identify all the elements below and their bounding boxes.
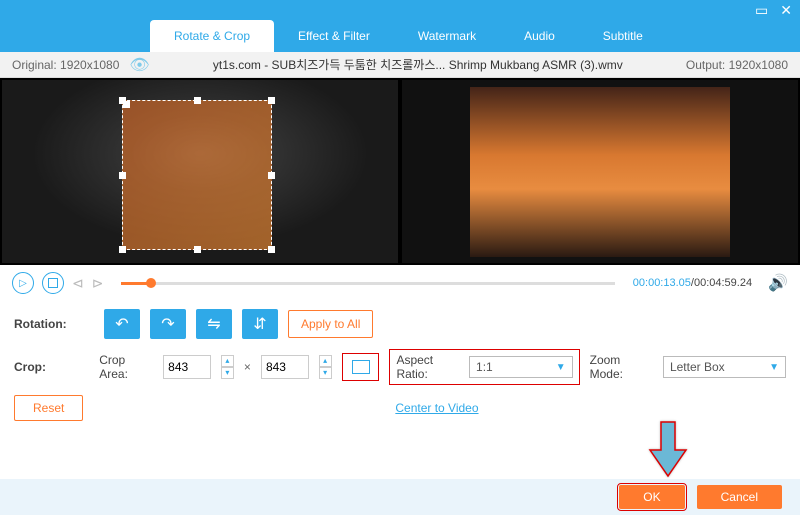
crop-area-label: Crop Area: (99, 353, 153, 381)
original-dimensions: Original: 1920x1080 (12, 58, 119, 72)
apply-to-all-button[interactable]: Apply to All (288, 310, 373, 338)
rotate-left-button[interactable]: ↶ (104, 309, 140, 339)
controls-panel: Rotation: ↶ ↷ ⇋ ⇵ Apply to All Crop: Cro… (0, 301, 800, 429)
tab-rotate-crop[interactable]: Rotate & Crop (150, 20, 274, 52)
zoom-mode-label: Zoom Mode: (590, 353, 653, 381)
flip-vertical-button[interactable]: ⇵ (242, 309, 278, 339)
crop-height-input[interactable]: 843 (261, 355, 309, 379)
next-frame-button[interactable]: ⊳ (92, 275, 104, 292)
crop-tool-button[interactable] (342, 353, 380, 381)
cancel-button[interactable]: Cancel (697, 485, 782, 509)
tab-bar: Rotate & Crop Effect & Filter Watermark … (0, 20, 800, 52)
titlebar: ▭ ✕ (0, 0, 800, 20)
tab-audio[interactable]: Audio (500, 20, 579, 52)
tab-subtitle[interactable]: Subtitle (579, 20, 667, 52)
preview-toggle-icon[interactable]: 👁 (129, 55, 149, 75)
reset-button[interactable]: Reset (14, 395, 83, 421)
rotate-right-button[interactable]: ↷ (150, 309, 186, 339)
crop-label: Crop: (14, 360, 89, 374)
times-symbol: × (244, 360, 251, 374)
tab-effect-filter[interactable]: Effect & Filter (274, 20, 394, 52)
preview-output (402, 80, 798, 263)
zoom-mode-dropdown[interactable]: Letter Box▼ (663, 356, 786, 378)
tab-watermark[interactable]: Watermark (394, 20, 500, 52)
preview-area (0, 78, 800, 265)
play-button[interactable]: ▷ (12, 272, 34, 294)
aspect-ratio-label: Aspect Ratio: (396, 353, 463, 381)
crop-selection[interactable] (122, 100, 272, 250)
playback-bar: ▷ ⊲ ⊳ 00:00:13.05/00:04:59.24 🔊 (0, 265, 800, 301)
preview-original[interactable] (2, 80, 398, 263)
file-info-bar: Original: 1920x1080 👁 yt1s.com - SUB치즈가득… (0, 52, 800, 78)
aspect-ratio-group: Aspect Ratio: 1:1▼ (389, 349, 579, 385)
flip-horizontal-button[interactable]: ⇋ (196, 309, 232, 339)
seek-slider[interactable] (121, 282, 614, 285)
stop-button[interactable] (42, 272, 64, 294)
ok-button[interactable]: OK (619, 485, 684, 509)
center-to-video-link[interactable]: Center to Video (395, 401, 478, 415)
close-icon[interactable]: ✕ (780, 2, 792, 19)
rotation-label: Rotation: (14, 317, 94, 331)
filename-label: yt1s.com - SUB치즈가득 두툼한 치즈롤까스... Shrimp M… (213, 56, 623, 73)
prev-frame-button[interactable]: ⊲ (72, 275, 84, 292)
crop-width-spinner[interactable]: ▴▾ (221, 355, 234, 379)
seek-thumb[interactable] (146, 278, 156, 288)
minimize-icon[interactable]: ▭ (755, 2, 768, 19)
crop-height-spinner[interactable]: ▴▾ (319, 355, 332, 379)
crop-width-input[interactable]: 843 (163, 355, 211, 379)
output-dimensions: Output: 1920x1080 (686, 58, 788, 72)
annotation-arrow (648, 420, 688, 483)
aspect-ratio-dropdown[interactable]: 1:1▼ (469, 356, 573, 378)
volume-icon[interactable]: 🔊 (768, 273, 788, 293)
footer-bar: OK Cancel (0, 479, 800, 515)
time-display: 00:00:13.05/00:04:59.24 (633, 277, 752, 289)
